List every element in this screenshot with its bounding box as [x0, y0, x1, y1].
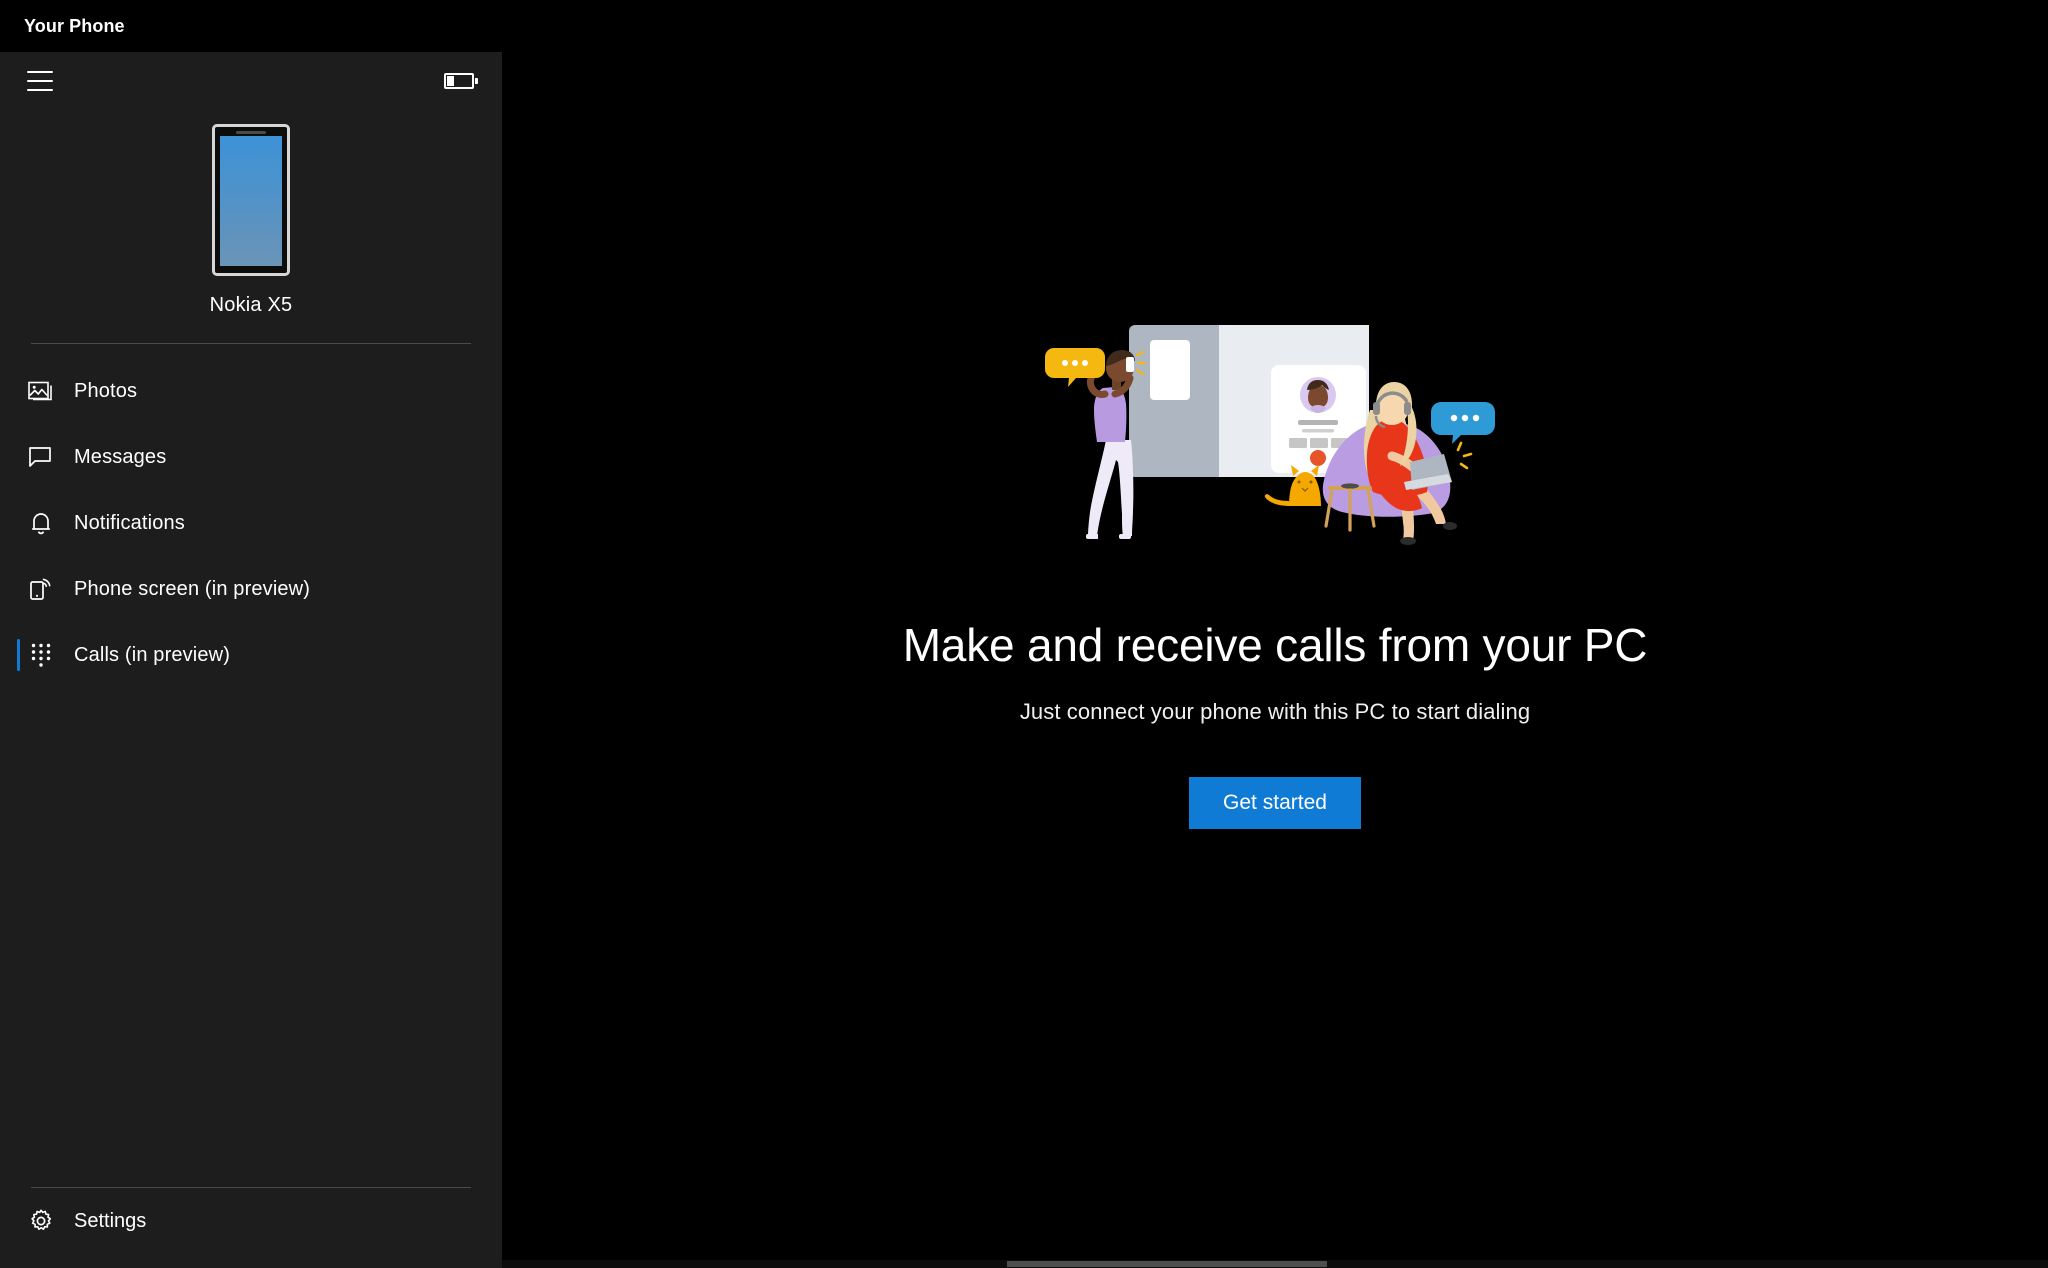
page-subheadline: Just connect your phone with this PC to … [1019, 698, 1531, 724]
dialpad-icon [24, 638, 58, 672]
photos-icon [24, 374, 58, 408]
page-headline: Make and receive calls from your PC [902, 619, 1648, 671]
gear-icon [24, 1204, 58, 1238]
hamburger-line [27, 71, 53, 73]
phone-speaker [236, 131, 266, 134]
sidebar-item-label: Notifications [74, 511, 185, 534]
your-phone-app: Your Phone Nokia X5 Photos Messages Noti… [0, 0, 2048, 1268]
battery-icon [444, 73, 478, 89]
sidebar-item-label: Calls (in preview) [74, 643, 231, 666]
sidebar-item-label: Photos [74, 379, 138, 402]
hamburger-menu-icon[interactable] [18, 61, 62, 101]
hamburger-line [27, 80, 53, 82]
sidebar-item-calls[interactable]: Calls (in preview) [0, 622, 502, 688]
horizontal-scrollbar[interactable] [502, 1260, 2048, 1268]
sidebar-item-label: Messages [74, 445, 167, 468]
sidebar-item-notifications[interactable]: Notifications [0, 490, 502, 556]
sidebar-divider-top [31, 343, 471, 344]
device-name: Nokia X5 [209, 294, 293, 316]
sidebar-item-settings[interactable]: Settings [0, 1188, 502, 1254]
app-body: Nokia X5 Photos Messages Notifications P… [0, 52, 2048, 1268]
battery-nub [475, 78, 478, 84]
phone-thumbnail [212, 124, 290, 276]
sidebar-item-messages[interactable]: Messages [0, 424, 502, 490]
calls-hero-illustration [1040, 310, 1510, 580]
sidebar-item-photos[interactable]: Photos [0, 358, 502, 424]
battery-level [447, 76, 454, 86]
sidebar: Nokia X5 Photos Messages Notifications P… [0, 52, 502, 1268]
app-title: Your Phone [24, 15, 125, 36]
main-content: Make and receive calls from your PC Just… [502, 52, 2048, 1268]
sidebar-item-label: Phone screen (in preview) [74, 577, 311, 600]
title-bar: Your Phone [0, 0, 2048, 52]
selection-indicator [17, 639, 20, 671]
phone-screen-preview [220, 136, 282, 266]
device-card[interactable]: Nokia X5 [0, 124, 502, 317]
hamburger-line [27, 89, 53, 91]
sidebar-item-phone-screen[interactable]: Phone screen (in preview) [0, 556, 502, 622]
sidebar-nav: Photos Messages Notifications Phone scre… [0, 358, 502, 688]
sidebar-header [0, 52, 502, 110]
phone-screen-icon [24, 572, 58, 606]
get-started-button[interactable]: Get started [1189, 776, 1361, 829]
settings-label: Settings [74, 1209, 147, 1232]
sidebar-footer: Settings [0, 1188, 502, 1268]
scrollbar-thumb[interactable] [1007, 1261, 1327, 1267]
bell-icon [24, 506, 58, 540]
messages-icon [24, 440, 58, 474]
